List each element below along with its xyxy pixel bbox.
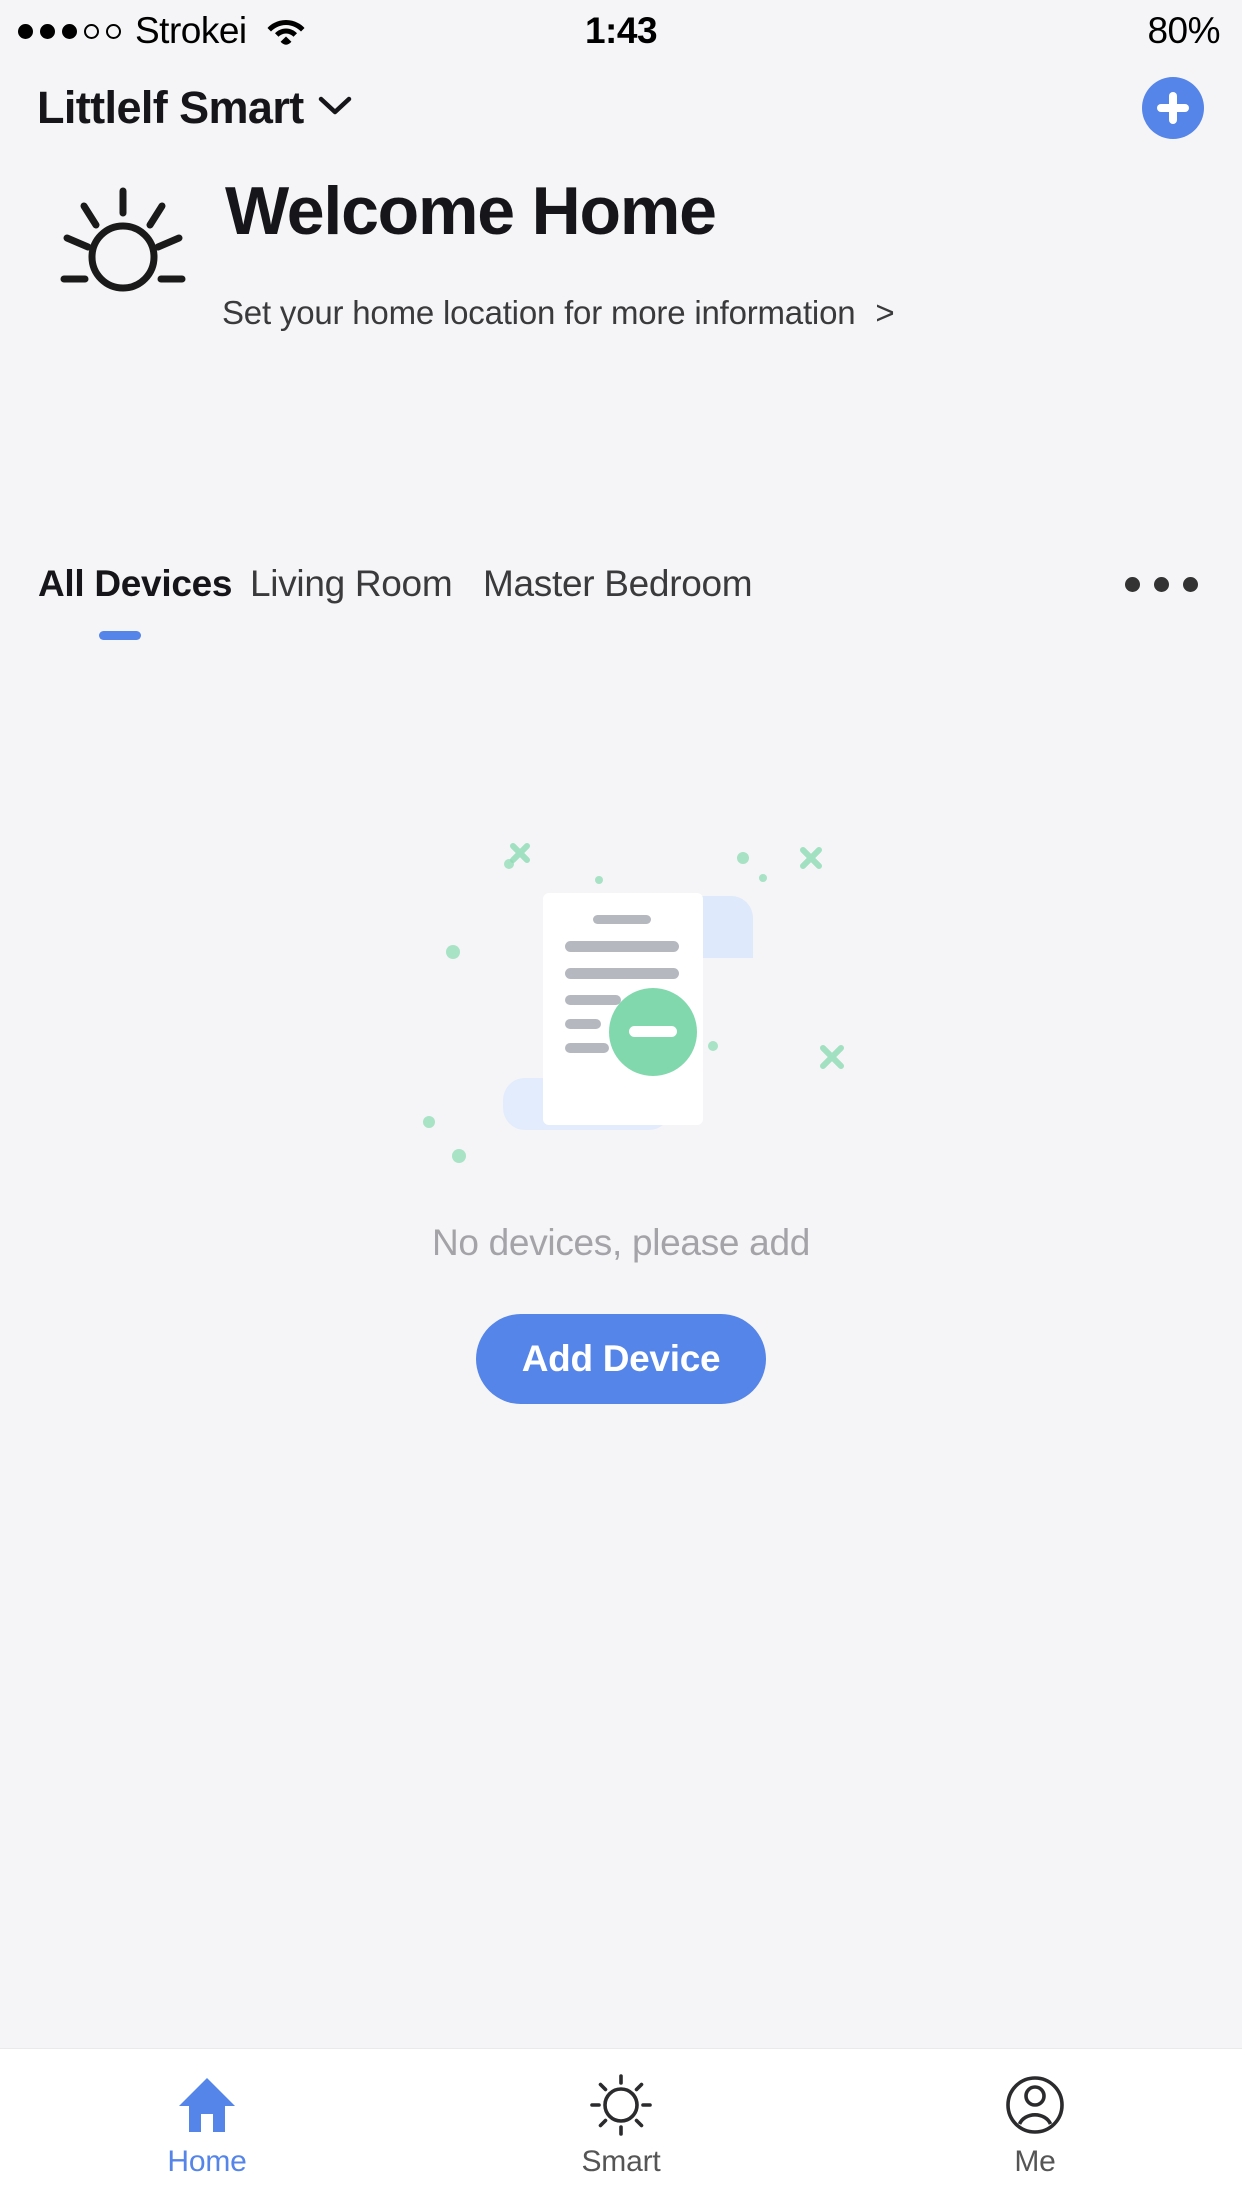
nav-item-me[interactable]: Me [828,2049,1242,2179]
chevron-down-icon [318,95,352,122]
tab-all-devices[interactable]: All Devices [38,563,232,605]
nav-item-home[interactable]: Home [0,2049,414,2179]
person-icon [1003,2073,1067,2137]
nav-label-home: Home [167,2145,247,2178]
welcome-section: Welcome Home Set your home location for … [0,165,1242,385]
set-location-link[interactable]: Set your home location for more informat… [222,294,895,332]
status-bar: Strokei 1:43 80% [0,0,1242,62]
tab-living-room[interactable]: Living Room [250,563,453,605]
nav-label-smart: Smart [581,2145,661,2178]
nav-label-me: Me [1014,2145,1056,2178]
home-selector[interactable]: Littlelf Smart [37,82,352,134]
empty-document-icon [391,840,851,1170]
room-tabs: All Devices Living Room Master Bedroom [0,563,1242,663]
add-device-button[interactable]: Add Device [476,1314,766,1404]
app-header: Littlelf Smart [0,62,1242,154]
welcome-title: Welcome Home [225,173,717,249]
empty-state-message: No devices, please add [431,1222,811,1263]
home-icon [175,2073,239,2137]
add-device-fab[interactable] [1142,77,1204,139]
ellipsis-icon[interactable] [1125,577,1198,592]
app-screen: Strokei 1:43 80% Littlelf Smart Welcome … [0,0,1242,2208]
sun-icon [589,2073,653,2137]
tab-active-indicator [99,631,141,640]
page-title: Littlelf Smart [37,82,304,133]
nav-item-smart[interactable]: Smart [414,2049,828,2179]
sun-icon [58,179,188,314]
tab-master-bedroom[interactable]: Master Bedroom [483,563,753,605]
set-location-text: Set your home location for more informat… [222,294,856,331]
status-bar-time: 1:43 [584,10,658,51]
chevron-right-icon: > [875,294,895,331]
bottom-navigation: Home Smart Me [0,2048,1242,2208]
battery-percentage: 80% [1147,10,1220,51]
empty-state: No devices, please add Add Device [0,840,1242,1404]
